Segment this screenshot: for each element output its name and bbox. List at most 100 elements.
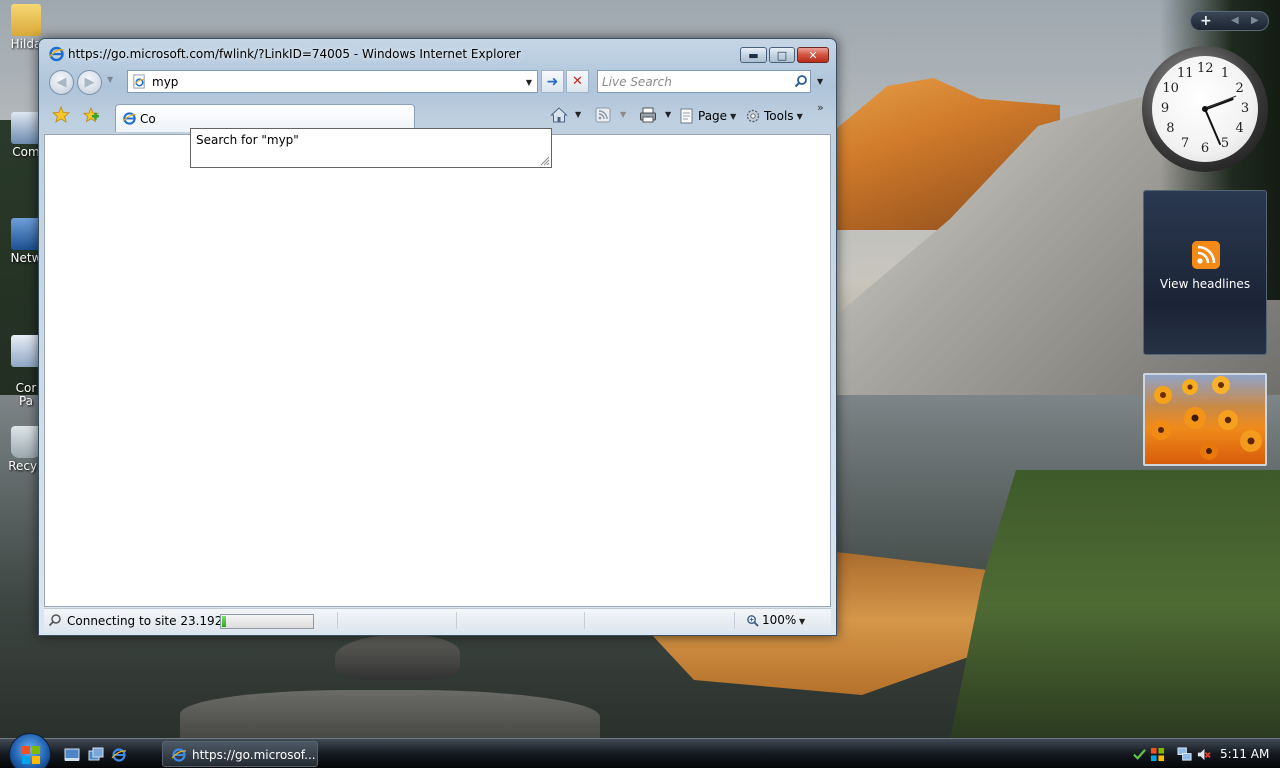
network-tray-icon[interactable] bbox=[1177, 747, 1192, 762]
recent-pages-dropdown[interactable]: ▼ bbox=[107, 75, 117, 87]
search-icon[interactable] bbox=[794, 74, 808, 88]
address-autocomplete-dropdown: Search for "myp" bbox=[190, 128, 552, 168]
taskbar-ie-button[interactable]: https://go.microsof... bbox=[162, 741, 318, 767]
user-folder-icon bbox=[11, 4, 41, 36]
control-panel-icon bbox=[11, 335, 41, 367]
zoom-icon bbox=[747, 614, 759, 627]
minimize-button[interactable]: ▬ bbox=[740, 47, 767, 63]
tray-check-icon[interactable] bbox=[1132, 747, 1147, 762]
clock-numeral: 4 bbox=[1235, 121, 1244, 136]
desktop-icon-label: Com bbox=[12, 145, 40, 159]
status-text: Connecting to site 23.192.68 bbox=[67, 614, 242, 628]
status-divider bbox=[734, 612, 735, 629]
search-box[interactable] bbox=[597, 70, 811, 93]
ie-taskbar-icon bbox=[171, 748, 187, 762]
loading-progress-bar bbox=[220, 614, 314, 629]
tab-label: Co bbox=[140, 112, 156, 126]
tray-security-icon[interactable] bbox=[1150, 747, 1165, 762]
network-icon bbox=[11, 218, 41, 250]
add-favorites-icon[interactable] bbox=[82, 106, 100, 124]
clock-numeral: 5 bbox=[1220, 135, 1230, 151]
switch-windows-icon[interactable] bbox=[88, 747, 104, 763]
maximize-button[interactable]: □ bbox=[769, 47, 795, 63]
minimize-icon: ▬ bbox=[748, 48, 759, 62]
address-dropdown-icon[interactable]: ▼ bbox=[524, 77, 534, 87]
status-divider bbox=[337, 612, 338, 629]
tools-menu-dropdown-icon: ▼ bbox=[796, 111, 803, 121]
forward-button[interactable]: ▶ bbox=[77, 70, 102, 95]
ie-quicklaunch-icon[interactable] bbox=[111, 747, 127, 763]
maximize-icon: □ bbox=[776, 48, 788, 62]
zoom-dropdown-icon[interactable]: ▼ bbox=[799, 617, 805, 626]
feeds-icon[interactable] bbox=[595, 107, 611, 123]
desktop-icon-label: Hilda bbox=[10, 37, 42, 51]
slideshow-gadget[interactable] bbox=[1143, 373, 1267, 466]
clock-face: 12 1 2 3 4 5 6 7 8 9 10 11 bbox=[1152, 56, 1258, 162]
home-dropdown-icon[interactable]: ▼ bbox=[575, 110, 581, 119]
taskbar-ie-label: https://go.microsof... bbox=[192, 748, 316, 762]
gear-icon bbox=[746, 109, 760, 123]
print-dropdown-icon[interactable]: ▼ bbox=[665, 110, 671, 119]
search-options-dropdown-icon[interactable]: ▼ bbox=[817, 77, 827, 87]
window-title: https://go.microsoft.com/fwlink/?LinkID=… bbox=[68, 47, 521, 61]
taskbar-clock[interactable]: 5:11 AM bbox=[1220, 747, 1269, 761]
feeds-dropdown-icon[interactable]: ▼ bbox=[620, 110, 626, 119]
computer-icon bbox=[11, 112, 41, 144]
rss-feed-icon bbox=[1192, 241, 1220, 269]
next-page-icon[interactable]: ▶ bbox=[1251, 15, 1259, 26]
clock-numeral: 12 bbox=[1197, 61, 1214, 76]
view-headlines-label: View headlines bbox=[1159, 277, 1251, 291]
back-button[interactable]: ◀ bbox=[49, 70, 74, 95]
go-arrow-icon: ➜ bbox=[546, 73, 559, 90]
stop-button[interactable]: ✕ bbox=[566, 70, 589, 93]
ie-page-icon bbox=[122, 112, 137, 125]
command-bar: Co ▼ ▼ ▼ Page ▼ Tools ▼ » bbox=[45, 101, 831, 132]
home-icon[interactable] bbox=[550, 106, 568, 124]
page-menu-icon bbox=[680, 108, 693, 124]
address-bar[interactable]: ▼ bbox=[127, 70, 538, 93]
progress-fill bbox=[222, 616, 226, 627]
chevron-more-icon[interactable]: » bbox=[817, 101, 824, 114]
clock-numeral: 2 bbox=[1235, 81, 1244, 96]
page-menu-label: Page bbox=[698, 109, 728, 123]
desktop-icon-label: Netw bbox=[10, 251, 42, 265]
tools-menu-button[interactable]: Tools ▼ bbox=[745, 105, 803, 127]
clock-numeral: 10 bbox=[1162, 81, 1179, 96]
show-desktop-icon[interactable] bbox=[64, 747, 80, 763]
status-bar: Connecting to site 23.192.68 100% ▼ bbox=[44, 608, 831, 631]
search-input[interactable] bbox=[602, 74, 782, 90]
autocomplete-search-suggestion[interactable]: Search for "myp" bbox=[196, 133, 299, 147]
favorites-star-icon[interactable] bbox=[52, 106, 70, 124]
recycle-bin-icon bbox=[11, 426, 41, 458]
feed-headlines-gadget[interactable]: View headlines bbox=[1143, 190, 1267, 355]
start-button[interactable] bbox=[9, 733, 51, 768]
page-content-area[interactable] bbox=[44, 134, 831, 607]
close-button[interactable]: ✕ bbox=[797, 47, 829, 63]
page-menu-button[interactable]: Page ▼ bbox=[679, 105, 736, 127]
volume-muted-icon[interactable] bbox=[1196, 747, 1211, 762]
navigation-bar: ◀ ▶ ▼ ▼ ➜ ✕ ▼ bbox=[45, 69, 831, 95]
clock-numeral: 3 bbox=[1240, 101, 1250, 116]
ie-window: https://go.microsoft.com/fwlink/?LinkID=… bbox=[38, 38, 837, 636]
clock-gadget[interactable]: 12 1 2 3 4 5 6 7 8 9 10 11 bbox=[1142, 46, 1268, 172]
zoom-button[interactable]: 100% bbox=[746, 613, 796, 627]
sidebar-controls: + ◀ ▶ bbox=[1190, 11, 1269, 31]
title-bar[interactable]: https://go.microsoft.com/fwlink/?LinkID=… bbox=[39, 39, 836, 67]
stop-x-icon: ✕ bbox=[572, 74, 583, 89]
print-icon[interactable] bbox=[639, 106, 657, 124]
resize-grip-icon[interactable] bbox=[538, 154, 550, 166]
ie-logo-icon bbox=[48, 46, 64, 62]
windows-logo-icon bbox=[22, 746, 40, 764]
page-icon bbox=[133, 74, 145, 89]
forward-arrow-icon: ▶ bbox=[84, 75, 95, 90]
clock-numeral: 9 bbox=[1160, 101, 1170, 116]
go-button[interactable]: ➜ bbox=[541, 70, 564, 93]
clock-numeral: 7 bbox=[1180, 135, 1190, 151]
tools-menu-label: Tools bbox=[764, 109, 794, 123]
add-gadget-icon[interactable]: + bbox=[1200, 13, 1212, 29]
page-menu-dropdown-icon: ▼ bbox=[730, 111, 737, 121]
previous-page-icon[interactable]: ◀ bbox=[1231, 15, 1239, 26]
clock-numeral: 6 bbox=[1200, 141, 1210, 156]
clock-numeral: 8 bbox=[1166, 121, 1175, 136]
address-input[interactable] bbox=[152, 74, 512, 90]
